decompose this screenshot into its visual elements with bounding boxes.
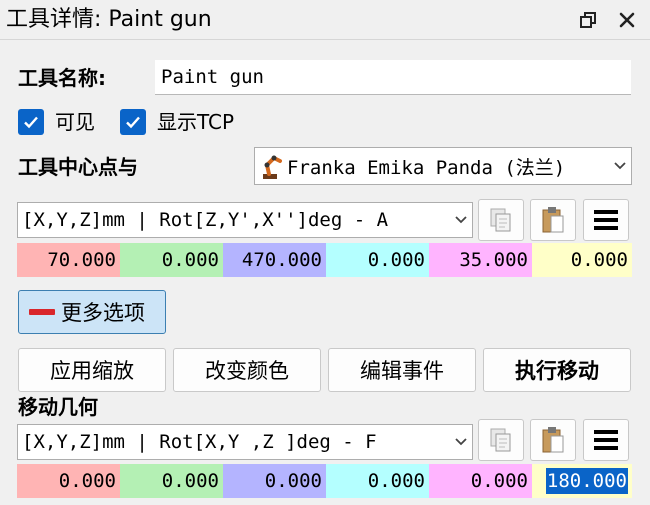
pose-z-field[interactable]: 470.000 (223, 243, 326, 277)
show-tcp-label: 显示TCP (157, 110, 235, 134)
pose-ry-field[interactable]: 35.000 (429, 243, 532, 277)
reference-frame-select[interactable]: Franka Emika Panda (法兰) (254, 147, 632, 185)
paste-icon (542, 427, 564, 453)
move-format-value: [X,Y,Z]mm | Rot[X,Y ,Z ]deg - F (22, 431, 377, 453)
chevron-down-icon (450, 215, 472, 225)
pose-format-value: [X,Y,Z]mm | Rot[Z,Y',X'']deg - A (22, 209, 389, 231)
more-options-label: 更多选项 (61, 301, 145, 325)
restore-icon[interactable] (575, 7, 601, 33)
tcp-relative-label: 工具中心点与 (18, 155, 138, 179)
show-tcp-checkbox[interactable] (120, 109, 146, 135)
copy-pose-button[interactable] (478, 199, 524, 241)
close-icon[interactable] (614, 7, 640, 33)
edit-events-button[interactable]: 编辑事件 (328, 348, 476, 392)
execute-move-button[interactable]: 执行移动 (483, 348, 631, 392)
pose-menu-button[interactable] (583, 199, 629, 241)
paste-move-button[interactable] (530, 419, 576, 461)
pose-x-field[interactable]: 70.000 (17, 243, 120, 277)
move-rz-selected-text: 180.000 (545, 468, 628, 494)
move-ry-field[interactable]: 0.000 (429, 464, 532, 498)
minus-icon (29, 309, 55, 315)
copy-move-button[interactable] (478, 419, 524, 461)
move-y-field[interactable]: 0.000 (120, 464, 223, 498)
copy-icon (490, 428, 511, 452)
chevron-down-icon (450, 437, 472, 447)
move-geometry-label: 移动几何 (18, 395, 98, 419)
visible-checkbox[interactable] (18, 109, 44, 135)
pose-rz-field[interactable]: 0.000 (326, 243, 429, 277)
check-icon (126, 116, 140, 129)
move-format-select[interactable]: [X,Y,Z]mm | Rot[X,Y ,Z ]deg - F (17, 424, 473, 460)
paste-icon (542, 207, 564, 233)
reference-frame-value: Franka Emika Panda (法兰) (287, 156, 566, 179)
move-x-field[interactable]: 0.000 (17, 464, 120, 498)
apply-scale-button[interactable]: 应用缩放 (18, 348, 166, 392)
paste-pose-button[interactable] (530, 199, 576, 241)
pose-rx-field[interactable]: 0.000 (532, 243, 632, 277)
pose-y-field[interactable]: 0.000 (120, 243, 223, 277)
pose-format-select[interactable]: [X,Y,Z]mm | Rot[Z,Y',X'']deg - A (17, 202, 473, 238)
check-icon (24, 116, 38, 129)
more-options-button[interactable]: 更多选项 (18, 290, 166, 334)
menu-icon (594, 430, 618, 450)
visible-label: 可见 (55, 110, 95, 134)
move-rz-field[interactable]: 180.000 (532, 464, 632, 498)
move-z-field[interactable]: 0.000 (223, 464, 326, 498)
chevron-down-icon (609, 161, 631, 171)
robot-icon (255, 152, 287, 180)
tool-name-label: 工具名称: (18, 66, 106, 90)
tool-name-field[interactable]: Paint gun (155, 60, 631, 95)
window-title: 工具详情: Paint gun (6, 7, 212, 32)
menu-icon (594, 210, 618, 230)
copy-icon (490, 208, 511, 232)
move-menu-button[interactable] (583, 419, 629, 461)
move-rx-field[interactable]: 0.000 (326, 464, 429, 498)
change-color-button[interactable]: 改变颜色 (173, 348, 321, 392)
